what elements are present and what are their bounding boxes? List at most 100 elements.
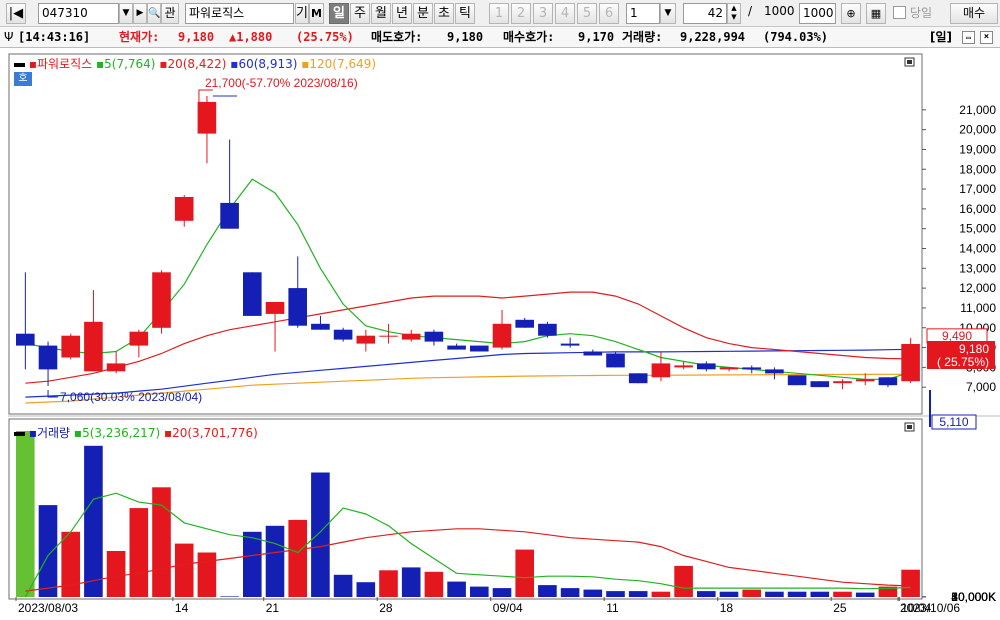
number-button-2[interactable]: 3	[533, 3, 553, 24]
volume-bar	[765, 591, 784, 597]
candle	[651, 363, 671, 378]
legend-vol-ma20: 20(3,701,776)	[172, 426, 258, 440]
lower-price-label: 5,110	[939, 415, 968, 429]
volume-bar	[379, 570, 398, 597]
x-tick-label: 14	[175, 601, 189, 615]
candle	[379, 335, 398, 337]
x-tick-label: 2023/08/03	[18, 601, 78, 615]
candle	[765, 369, 784, 374]
candle	[152, 272, 171, 328]
toolbar: |◀ 047310 ▼ ▶ 🔍 관 파워로직스 기 M 일주월년분초틱 1234…	[0, 0, 1000, 27]
period-button-2[interactable]: 월	[371, 3, 391, 24]
volume-bar	[470, 586, 489, 597]
period-button-3[interactable]: 년	[392, 3, 412, 24]
quote-info-bar: Ψ [14:43:16] 현재가: 9,180 ▲1,880 (25.75%) …	[0, 27, 1000, 48]
low-annotation: 7,060(30.03% 2023/08/04)	[60, 390, 202, 404]
period-button-5[interactable]: 초	[434, 3, 454, 24]
candle	[333, 329, 353, 340]
code-dropdown-icon[interactable]: ▼	[119, 3, 133, 24]
candle	[492, 323, 512, 348]
period-button-4[interactable]: 분	[413, 3, 433, 24]
candle	[288, 288, 307, 326]
current-price-label: 9,180	[959, 342, 989, 356]
candle	[901, 344, 920, 382]
legend-vol-ma5: 5(3,236,217)	[82, 426, 161, 440]
price-tick-label: 16,000	[959, 202, 996, 216]
kwan-button[interactable]: 관	[161, 3, 179, 24]
volume-bar	[628, 591, 648, 597]
price-change: ▲1,880	[229, 30, 273, 44]
search-icon[interactable]: 🔍	[147, 3, 161, 24]
period-button-1[interactable]: 주	[350, 3, 370, 24]
x-tick-label: 21	[266, 601, 280, 615]
x-tick-label: 2023/10/06	[900, 601, 960, 615]
bid-price: 9,170	[578, 30, 615, 44]
candle	[129, 331, 149, 346]
high-arrow	[198, 89, 213, 102]
today-checkbox[interactable]	[893, 6, 906, 19]
candle	[628, 373, 648, 384]
candle	[583, 351, 603, 356]
ask-price: 9,180	[447, 30, 484, 44]
price-tick-label: 19,000	[959, 142, 996, 156]
candle	[220, 202, 239, 229]
volume-bar	[424, 571, 444, 597]
number-button-5[interactable]: 6	[599, 3, 619, 24]
number-button-3[interactable]: 4	[555, 3, 575, 24]
panel-menu-icon	[907, 60, 912, 64]
candle	[424, 331, 444, 342]
m-button[interactable]: M	[309, 3, 324, 24]
count-input[interactable]: 42	[683, 3, 727, 24]
volume-bar	[129, 508, 149, 597]
candle	[606, 353, 625, 368]
current-rate-label: ( 25.75%)	[937, 355, 989, 369]
stock-chart[interactable]: 7,0008,0009,00010,00011,00012,00013,0001…	[8, 50, 1000, 617]
chart-add-icon[interactable]: ⊕	[841, 3, 861, 24]
x-tick-label: 09/04	[493, 601, 523, 615]
period-tag: [일]	[930, 30, 953, 44]
price-tick-label: 11,000	[960, 301, 996, 315]
volume-bar	[61, 531, 80, 597]
price-panel	[8, 53, 923, 415]
volume-bar	[447, 581, 466, 597]
period-button-0[interactable]: 일	[329, 3, 349, 24]
candle	[243, 272, 262, 316]
stock-name-field[interactable]: 파워로직스	[185, 3, 294, 24]
volume-bar	[243, 531, 262, 597]
legend-name: 파워로직스	[36, 57, 93, 71]
volume-bar	[606, 591, 625, 597]
number-button-1[interactable]: 2	[511, 3, 531, 24]
x-tick-label: 11	[606, 601, 619, 615]
num-select[interactable]: 1	[626, 3, 660, 24]
price-tick-label: 21,000	[959, 103, 996, 117]
volume-bar	[220, 596, 239, 597]
volume-bar	[197, 552, 217, 597]
legend-swatch-icon	[14, 431, 25, 436]
total-input[interactable]: 1000	[799, 3, 836, 24]
volume-bar	[810, 591, 830, 597]
gi-button[interactable]: 기	[295, 3, 309, 24]
candle	[855, 379, 875, 382]
pin-icon[interactable]: Ψ	[4, 27, 13, 47]
volume-bar	[833, 591, 852, 597]
candle	[401, 333, 421, 340]
stock-code-input[interactable]: 047310	[38, 3, 119, 24]
price-tick-label: 15,000	[959, 222, 996, 236]
num-dropdown-icon[interactable]: ▼	[660, 3, 676, 24]
buy-button[interactable]: 매수	[950, 3, 998, 24]
ho-badge[interactable]: 호	[14, 72, 32, 86]
calendar-icon[interactable]: ▦	[866, 3, 886, 24]
number-button-0[interactable]: 1	[489, 3, 509, 24]
period-button-6[interactable]: 틱	[455, 3, 475, 24]
next-play-icon[interactable]: ▶	[133, 3, 147, 24]
maximize-icon[interactable]: ▭	[962, 31, 975, 44]
volume-bar	[855, 592, 875, 597]
close-icon[interactable]: ×	[980, 31, 993, 44]
first-record-icon[interactable]: |◀	[6, 3, 26, 24]
number-button-4[interactable]: 5	[577, 3, 597, 24]
chart-frame: 7,0008,0009,00010,00011,00012,00013,0001…	[8, 50, 1000, 617]
count-spinner[interactable]: ▲ ▼	[727, 3, 741, 24]
candle	[719, 367, 739, 370]
candle	[311, 323, 330, 330]
panel-menu-icon	[907, 425, 912, 429]
